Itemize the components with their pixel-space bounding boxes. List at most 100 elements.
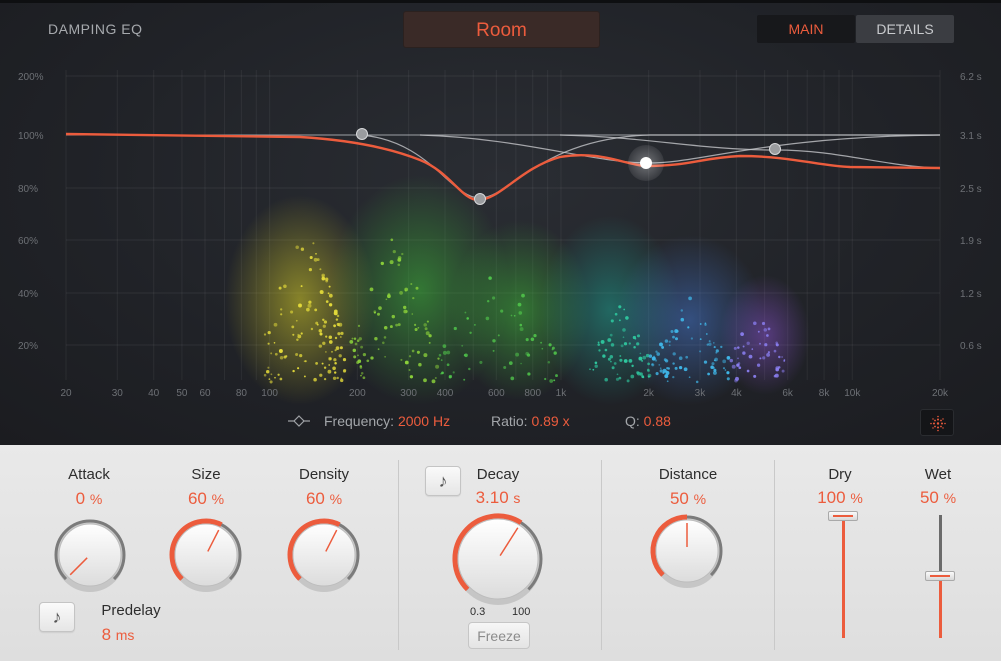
spectrum-particle: [325, 277, 329, 281]
density-value[interactable]: 60 %: [274, 489, 374, 509]
x-tick-label: 400: [437, 388, 454, 399]
spectrum-particle: [610, 360, 612, 363]
spectrum-particle: [486, 299, 490, 303]
spectrum-particle: [756, 363, 761, 367]
divider: [601, 460, 602, 650]
wet-fader-track-lower[interactable]: [939, 576, 942, 638]
spectrum-particle: [360, 374, 362, 377]
decay-knob[interactable]: [449, 510, 547, 608]
spectrum-particle: [678, 356, 683, 360]
spectrum-particle: [659, 367, 662, 370]
density-knob[interactable]: [284, 515, 364, 595]
spectrum-particle: [763, 328, 768, 332]
spectrum-particle: [666, 380, 669, 383]
spectrum-particle: [647, 375, 651, 378]
dry-fader-track[interactable]: [842, 515, 845, 638]
spectrum-particle: [408, 355, 412, 358]
x-tick-label: 8k: [819, 388, 831, 399]
band-handle-4[interactable]: [769, 143, 781, 155]
spectrum-particle: [318, 328, 323, 333]
decay-value[interactable]: 3.10 s: [448, 488, 548, 508]
spectrum-particle: [746, 341, 750, 345]
spectrum-particle: [688, 296, 692, 301]
analyzer-toggle-button[interactable]: [920, 409, 954, 436]
preset-selector[interactable]: Room: [403, 11, 600, 48]
dry-fader-handle[interactable]: [828, 511, 858, 521]
spectrum-particle: [392, 249, 396, 254]
band-handle-3[interactable]: [640, 157, 652, 169]
distance-knob[interactable]: [647, 511, 727, 591]
spectrum-particle: [773, 349, 777, 353]
spectrum-particle: [751, 348, 754, 350]
spectrum-particle: [778, 355, 781, 359]
spectrum-particle: [553, 379, 556, 382]
spectrum-particle: [724, 369, 727, 371]
spectrum-particle: [638, 356, 643, 361]
spectrum-particle: [292, 369, 295, 373]
spectrum-particle: [337, 332, 341, 336]
spectrum-particle: [292, 333, 295, 336]
spectrum-particle: [312, 242, 315, 245]
spectrum-particle: [548, 343, 552, 347]
spectrum-particle: [469, 331, 472, 335]
spectrum-particle: [764, 343, 768, 347]
spectrum-particle: [270, 352, 273, 355]
spectrum-particle: [452, 371, 455, 374]
knob-body: [292, 523, 356, 587]
spectrum-particle: [342, 357, 347, 362]
spectrum-particle: [274, 352, 278, 356]
spectrum-particle: [298, 303, 302, 308]
q-value[interactable]: 0.88: [644, 413, 671, 429]
freeze-button[interactable]: Freeze: [468, 622, 530, 649]
spectrum-particle: [409, 375, 414, 379]
tab-details[interactable]: DETAILS: [856, 15, 954, 43]
spectrum-particle: [431, 379, 436, 384]
spectrum-particle: [338, 322, 343, 327]
predelay-value[interactable]: 8 ms: [68, 625, 168, 645]
spectrum-particle: [626, 379, 630, 383]
wet-fader-handle[interactable]: [925, 571, 955, 581]
spectrum-particle: [737, 346, 740, 349]
spectrum-particle: [659, 342, 663, 347]
spectrum-particle: [333, 311, 338, 316]
attack-value[interactable]: 0 %: [39, 489, 139, 509]
size-value[interactable]: 60 %: [156, 489, 256, 509]
band-handle-1[interactable]: [356, 128, 368, 140]
band-handle-2[interactable]: [474, 193, 486, 205]
spectrum-particle: [695, 380, 699, 384]
eq-display[interactable]: 200% 100% 80% 60% 40% 20% 6.2 s 3.1 s 2.5 s 1.9 …: [0, 0, 1001, 445]
spectrum-particle: [672, 352, 676, 356]
dry-value[interactable]: 100 %: [790, 488, 890, 508]
spectrum-particle: [340, 377, 343, 380]
spectrum-particle: [315, 252, 317, 255]
spectrum-particle: [412, 296, 415, 300]
spectrum-particle: [722, 359, 727, 364]
frequency-label: Frequency:: [324, 413, 395, 429]
spectrum-particle: [530, 337, 535, 342]
spectrum-particle: [437, 357, 440, 360]
frequency-value[interactable]: 2000 Hz: [398, 413, 450, 429]
wet-value[interactable]: 50 %: [888, 488, 988, 508]
spectrum-particle: [309, 255, 313, 260]
size-knob[interactable]: [166, 515, 246, 595]
spectrum-particle: [464, 311, 467, 314]
spectrum-particle: [334, 336, 338, 340]
tab-main[interactable]: MAIN: [757, 15, 855, 43]
spectrum-particle: [683, 367, 688, 372]
distance-value[interactable]: 50 %: [638, 489, 738, 509]
spectrum-particle: [633, 345, 636, 349]
spectrum-particle: [291, 325, 295, 329]
ratio-value[interactable]: 0.89 x: [531, 413, 569, 429]
spectrum-particle: [654, 359, 658, 362]
q-label: Q:: [625, 413, 640, 429]
spectrum-particle: [414, 327, 418, 332]
spectrum-particle: [661, 345, 665, 349]
spectrum-particle: [541, 347, 544, 350]
spectrum-particle: [387, 294, 391, 299]
attack-knob[interactable]: [50, 515, 130, 595]
damping-eq-panel: 200% 100% 80% 60% 40% 20% 6.2 s 3.1 s 2.5 s 1.9 …: [0, 0, 1001, 445]
spectrum-particle: [382, 341, 385, 345]
spectrum-particle: [428, 341, 431, 344]
wet-fader-track-upper[interactable]: [939, 515, 942, 576]
spectrum-particle: [295, 245, 299, 249]
